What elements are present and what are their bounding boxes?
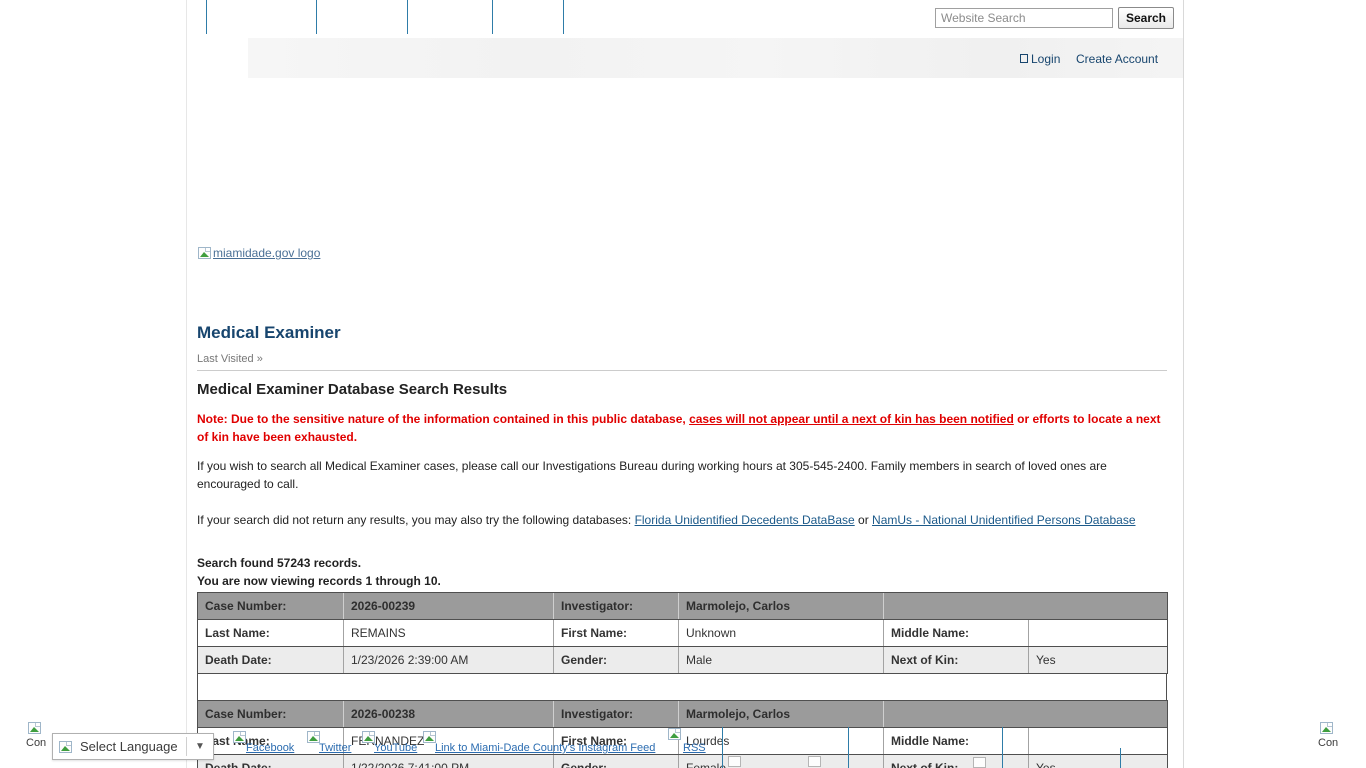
page: Search Login Create Account miamidade.go…: [0, 0, 1366, 768]
sensitive-note: Note: Due to the sensitive nature of the…: [197, 410, 1164, 446]
record-header-row: Case Number: 2026-00238 Investigator: Ma…: [197, 700, 1168, 728]
contact-icon: [28, 722, 41, 734]
death-date-label: Death Date:: [197, 646, 344, 674]
note-underlined-link[interactable]: cases will not appear until a next of ki…: [689, 412, 1014, 426]
rss-link[interactable]: RSS: [683, 742, 706, 754]
record-spacer: [197, 674, 1167, 700]
contact-right-label[interactable]: Con: [1318, 737, 1338, 749]
records-found-text: Search found 57243 records.: [197, 556, 362, 570]
case-number-label: Case Number:: [197, 700, 344, 728]
death-date-value: 1/22/2026 7:41:00 PM: [343, 754, 554, 768]
florida-decedents-link[interactable]: Florida Unidentified Decedents DataBase: [635, 513, 855, 527]
instagram-link[interactable]: Link to Miami-Dade County's Instagram Fe…: [435, 742, 655, 754]
record-death-row: Death Date: 1/23/2026 2:39:00 AM Gender:…: [197, 646, 1168, 674]
facebook-link[interactable]: Facebook: [246, 742, 294, 754]
contact-icon: [1320, 722, 1333, 734]
gender-value: Male: [678, 646, 884, 674]
case-number-value: 2026-00238: [343, 700, 554, 728]
top-nav-tabs: [206, 0, 564, 34]
footer-separator-line: [1120, 748, 1121, 768]
nav-tab-2[interactable]: [316, 0, 407, 34]
note-prefix: Note: Due to the sensitive nature of the…: [197, 412, 690, 426]
contact-left-label[interactable]: Con: [26, 737, 46, 749]
login-link[interactable]: Login: [1031, 52, 1060, 66]
gender-label: Gender:: [553, 754, 679, 768]
google-translate-icon: [59, 740, 72, 753]
para2-prefix: If your search did not return any result…: [197, 513, 635, 527]
middle-name-label: Middle Name:: [883, 619, 1029, 647]
databases-paragraph: If your search did not return any result…: [197, 511, 1157, 529]
next-of-kin-value: Yes: [1028, 646, 1168, 674]
info-paragraph: If you wish to search all Medical Examin…: [197, 459, 1107, 491]
case-number-value: 2026-00239: [343, 592, 554, 620]
miamidade-logo-link[interactable]: miamidade.gov logo: [213, 246, 320, 260]
broken-image-icon: [728, 756, 741, 767]
results-title: Medical Examiner Database Search Results: [197, 381, 508, 398]
records-viewing-text: You are now viewing records 1 through 10…: [197, 574, 441, 588]
search-button[interactable]: Search: [1118, 7, 1174, 29]
case-number-label: Case Number:: [197, 592, 344, 620]
gender-value: Female: [678, 754, 884, 768]
death-date-label: Death Date:: [197, 754, 344, 768]
next-of-kin-label: Next of Kin:: [883, 646, 1029, 674]
content-right-border: [1183, 0, 1184, 768]
result-record-table: Case Number: 2026-00239 Investigator: Ma…: [197, 592, 1168, 674]
chevron-down-icon[interactable]: ▼: [187, 741, 213, 752]
record-death-row: Death Date: 1/22/2026 7:41:00 PM Gender:…: [197, 754, 1168, 768]
first-name-value: Lourdes: [678, 727, 884, 755]
last-name-label: Last Name:: [197, 619, 344, 647]
investigator-label: Investigator:: [553, 592, 679, 620]
result-record-table: Case Number: 2026-00238 Investigator: Ma…: [197, 700, 1168, 768]
language-selector[interactable]: Select Language ▼: [52, 733, 214, 760]
header-empty-cell: [883, 700, 1168, 728]
nav-tab-1[interactable]: [206, 0, 316, 34]
search-input[interactable]: [935, 8, 1113, 28]
broken-image-icon: [808, 756, 821, 767]
footer-separator-line: [848, 727, 849, 768]
page-title: Medical Examiner: [197, 323, 341, 342]
next-of-kin-label: Next of Kin:: [883, 754, 1029, 768]
youtube-link[interactable]: YouTube: [374, 742, 417, 754]
first-name-value: Unknown: [678, 619, 884, 647]
next-of-kin-value: Yes: [1028, 754, 1168, 768]
para2-or: or: [854, 513, 873, 527]
death-date-value: 1/23/2026 2:39:00 AM: [343, 646, 554, 674]
record-header-row: Case Number: 2026-00239 Investigator: Ma…: [197, 592, 1168, 620]
facebook-icon: [233, 731, 246, 743]
content-left-border: [186, 0, 187, 768]
investigator-value: Marmolejo, Carlos: [678, 700, 884, 728]
divider: [197, 370, 1167, 371]
gender-label: Gender:: [553, 646, 679, 674]
footer-separator-line: [722, 727, 723, 768]
header-empty-cell: [883, 592, 1168, 620]
create-account-link[interactable]: Create Account: [1076, 52, 1158, 66]
first-name-label: First Name:: [553, 619, 679, 647]
broken-image-icon: [198, 247, 211, 259]
broken-image-icon: [973, 757, 986, 768]
namus-link[interactable]: NamUs - National Unidentified Persons Da…: [872, 513, 1135, 527]
last-name-value: REMAINS: [343, 619, 554, 647]
investigator-value: Marmolejo, Carlos: [678, 592, 884, 620]
middle-name-value: [1028, 727, 1168, 755]
investigator-label: Investigator:: [553, 700, 679, 728]
middle-name-label: Middle Name:: [883, 727, 1029, 755]
login-icon: [1020, 54, 1028, 63]
twitter-link[interactable]: Twitter: [319, 742, 351, 754]
nav-tab-4[interactable]: [492, 0, 563, 34]
language-selector-label: Select Language: [80, 739, 178, 754]
footer-separator-line: [1002, 727, 1003, 768]
record-name-row: Last Name: REMAINS First Name: Unknown M…: [197, 619, 1168, 647]
breadcrumb[interactable]: Last Visited »: [197, 353, 263, 365]
middle-name-value: [1028, 619, 1168, 647]
nav-tab-3[interactable]: [407, 0, 492, 34]
rss-icon: [668, 728, 681, 740]
